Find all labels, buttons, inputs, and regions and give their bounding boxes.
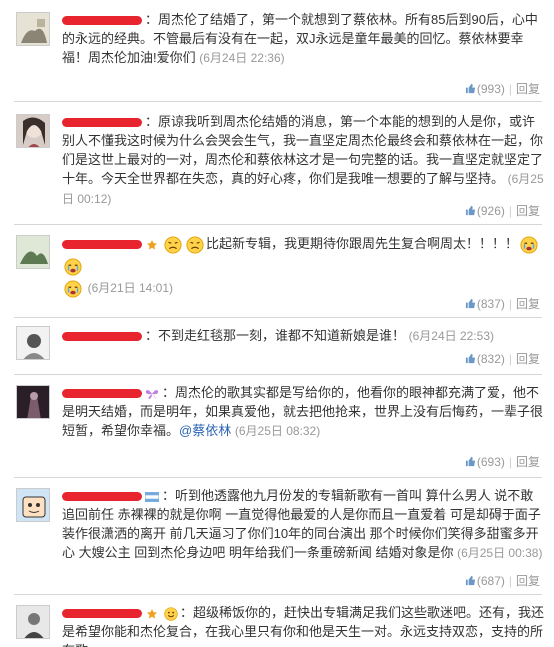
comment-text: ：不到走红毯那一刻，谁都不知道新娘是谁！ bbox=[145, 328, 406, 343]
star-badge-icon bbox=[147, 608, 157, 619]
like-button[interactable]: (693) bbox=[465, 455, 505, 469]
crying-emoji-icon bbox=[64, 280, 82, 298]
thumbs-up-icon bbox=[465, 456, 475, 467]
like-count: (832) bbox=[476, 352, 505, 366]
comment-item: 比起新专辑，我更期待你跟周先生复合啊周太！！！！ (6月21日 14:01) (… bbox=[0, 225, 554, 317]
comment-actions: (837) | 回复 bbox=[465, 295, 540, 312]
comment-item: ：周杰伦了结婚了，第一个就想到了蔡依林。所有85后到90后，心中的永远的经典。不… bbox=[0, 0, 554, 100]
reply-button[interactable]: 回复 bbox=[516, 297, 540, 311]
comment-actions: (693) | 回复 bbox=[465, 453, 540, 470]
flag-badge-icon bbox=[145, 491, 159, 502]
smile-emoji-icon bbox=[164, 606, 178, 621]
comment-actions: (832) | 回复 bbox=[465, 350, 540, 367]
reply-button[interactable]: 回复 bbox=[516, 574, 540, 588]
comment-time: (6月24日 22:53) bbox=[408, 329, 495, 343]
like-button[interactable]: (926) bbox=[465, 204, 505, 218]
comment-feed: ：周杰伦了结婚了，第一个就想到了蔡依林。所有85后到90后，心中的永远的经典。不… bbox=[0, 0, 554, 647]
comment-actions: (993) | 回复 bbox=[465, 80, 540, 97]
comment-text: 比起新专辑，我更期待你跟周先生复合啊周太！！！！ bbox=[206, 236, 519, 251]
redacted-username bbox=[62, 16, 142, 26]
thumbs-up-icon bbox=[465, 83, 475, 94]
angry-emoji-icon bbox=[186, 236, 204, 254]
crying-emoji-icon bbox=[64, 258, 82, 276]
star-badge-icon bbox=[147, 239, 157, 250]
crying-emoji-icon bbox=[520, 236, 538, 254]
like-button[interactable]: (832) bbox=[465, 352, 505, 366]
mention-link[interactable]: @蔡依林 bbox=[179, 423, 231, 438]
avatar[interactable] bbox=[16, 114, 50, 148]
comment-item: ：听到他透露他九月份发的专辑新歌有一首叫 算什么男人 说不敢追回前任 赤裸裸的就… bbox=[0, 478, 554, 593]
avatar[interactable] bbox=[16, 12, 50, 46]
comment-time: (6月24日 22:36) bbox=[199, 51, 285, 65]
avatar[interactable] bbox=[16, 235, 50, 269]
comment-time: (6月25日 08:32) bbox=[234, 424, 321, 438]
comment-actions: (687) | 回复 bbox=[465, 572, 540, 589]
like-button[interactable]: (687) bbox=[465, 574, 505, 588]
thumbs-up-icon bbox=[465, 205, 475, 216]
like-button[interactable]: (837) bbox=[465, 297, 505, 311]
like-button[interactable]: (993) bbox=[465, 82, 505, 96]
like-count: (837) bbox=[476, 297, 505, 311]
redacted-username bbox=[62, 118, 142, 128]
thumbs-up-icon bbox=[465, 298, 475, 309]
comment-item: ：原谅我听到周杰伦结婚的消息，第一个本能的想到的人是你，或许别人不懂我这时候为什… bbox=[0, 102, 554, 224]
reply-button[interactable]: 回复 bbox=[516, 455, 540, 469]
redacted-username bbox=[62, 609, 142, 619]
comment-time: (6月21日 14:01) bbox=[87, 281, 174, 295]
comment-item: ：超级稀饭你的，赶快出专辑满足我们这些歌迷吧。还有，我还是希望你能和杰伦复合，在… bbox=[0, 595, 554, 647]
like-count: (926) bbox=[476, 204, 505, 218]
avatar[interactable] bbox=[16, 605, 50, 639]
thumbs-up-icon bbox=[465, 353, 475, 364]
comment-item: ：周杰伦的歌其实都是写给你的，他看你的眼神都充满了爱，他不是明天结婚，而是明年，… bbox=[0, 375, 554, 477]
redacted-username bbox=[62, 492, 142, 502]
reply-button[interactable]: 回复 bbox=[516, 82, 540, 96]
redacted-username bbox=[62, 240, 142, 250]
thumbs-up-icon bbox=[465, 575, 475, 586]
comment-time: (6月25日 00:38) bbox=[457, 546, 543, 560]
avatar[interactable] bbox=[16, 385, 50, 419]
butterfly-badge-icon bbox=[145, 389, 159, 399]
like-count: (693) bbox=[476, 455, 505, 469]
redacted-username bbox=[62, 332, 142, 342]
angry-emoji-icon bbox=[164, 236, 182, 254]
comment-actions: (926) | 回复 bbox=[465, 202, 540, 219]
like-count: (993) bbox=[476, 82, 505, 96]
like-count: (687) bbox=[476, 574, 505, 588]
avatar[interactable] bbox=[16, 326, 50, 360]
comment-item: ：不到走红毯那一刻，谁都不知道新娘是谁！ (6月24日 22:53) (832)… bbox=[0, 318, 554, 374]
reply-button[interactable]: 回复 bbox=[516, 352, 540, 366]
reply-button[interactable]: 回复 bbox=[516, 204, 540, 218]
redacted-username bbox=[62, 389, 142, 399]
avatar[interactable] bbox=[16, 488, 50, 522]
